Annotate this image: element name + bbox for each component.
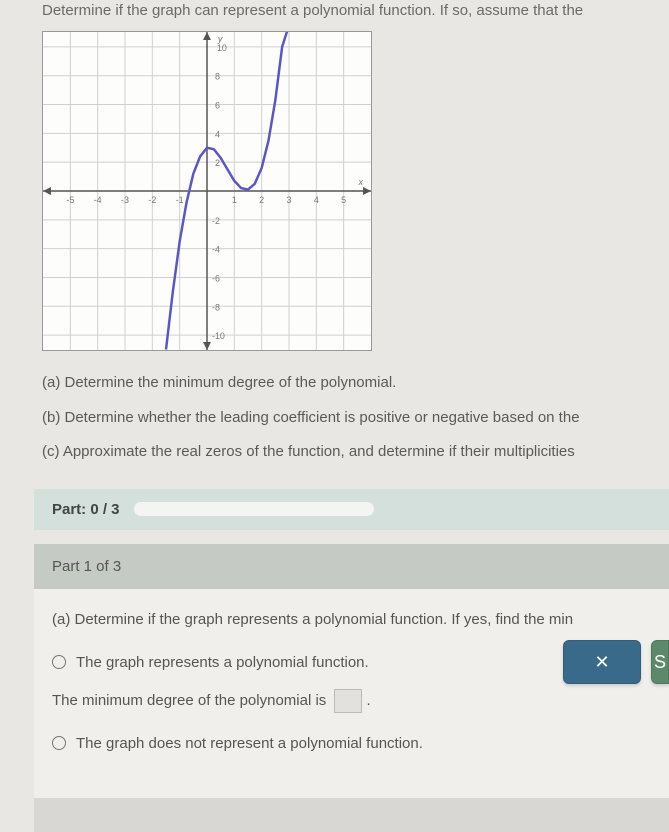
part-1-header: Part 1 of 3 bbox=[34, 544, 669, 589]
progress-label: Part: 0 / 3 bbox=[52, 501, 120, 518]
svg-text:2: 2 bbox=[259, 195, 264, 205]
bottom-bar bbox=[34, 798, 669, 832]
svg-text:-10: -10 bbox=[212, 331, 225, 341]
svg-text:2: 2 bbox=[215, 158, 220, 168]
option-not-polynomial[interactable]: The graph does not represent a polynomia… bbox=[52, 735, 651, 752]
part-1-prompt: (a) Determine if the graph represents a … bbox=[52, 611, 651, 628]
svg-text:10: 10 bbox=[217, 43, 227, 53]
svg-text:4: 4 bbox=[215, 129, 220, 139]
action-buttons: ✕ S bbox=[563, 640, 669, 684]
svg-text:8: 8 bbox=[215, 72, 220, 82]
progress-bar-row: Part: 0 / 3 bbox=[34, 489, 669, 530]
svg-text:-1: -1 bbox=[176, 195, 184, 205]
sub-questions: (a) Determine the minimum degree of the … bbox=[42, 369, 669, 467]
svg-text:-5: -5 bbox=[66, 195, 74, 205]
svg-text:x: x bbox=[358, 177, 364, 187]
secondary-button[interactable]: S bbox=[651, 640, 669, 684]
part-b-text: (b) Determine whether the leading coeffi… bbox=[42, 404, 669, 433]
svg-text:-2: -2 bbox=[148, 195, 156, 205]
graph-svg: -5 -4 -3 -2 -1 1 2 3 4 5 10 8 6 4 2 -2 -… bbox=[43, 32, 371, 350]
svg-text:y: y bbox=[217, 34, 223, 44]
minimum-label-post: . bbox=[366, 691, 370, 708]
secondary-button-label: S bbox=[654, 652, 666, 673]
polynomial-graph: -5 -4 -3 -2 -1 1 2 3 4 5 10 8 6 4 2 -2 -… bbox=[42, 31, 372, 351]
svg-text:-3: -3 bbox=[121, 195, 129, 205]
part-c-text: (c) Approximate the real zeros of the fu… bbox=[42, 438, 669, 467]
part-1-body: (a) Determine if the graph represents a … bbox=[34, 589, 669, 798]
option-1-label: The graph represents a polynomial functi… bbox=[76, 654, 369, 671]
minimum-degree-row: The minimum degree of the polynomial is … bbox=[52, 689, 651, 713]
degree-input[interactable] bbox=[334, 689, 362, 713]
option-2-label: The graph does not represent a polynomia… bbox=[76, 735, 423, 752]
svg-text:-4: -4 bbox=[94, 195, 102, 205]
close-icon: ✕ bbox=[594, 652, 609, 673]
option-represents-polynomial[interactable]: The graph represents a polynomial functi… bbox=[52, 654, 651, 671]
svg-text:-2: -2 bbox=[212, 216, 220, 226]
svg-text:3: 3 bbox=[286, 195, 291, 205]
svg-text:-8: -8 bbox=[212, 302, 220, 312]
svg-text:6: 6 bbox=[215, 101, 220, 111]
progress-bar bbox=[134, 502, 374, 516]
radio-icon[interactable] bbox=[52, 655, 66, 669]
question-intro: Determine if the graph can represent a p… bbox=[42, 0, 669, 19]
radio-icon[interactable] bbox=[52, 736, 66, 750]
svg-text:1: 1 bbox=[232, 195, 237, 205]
minimum-label-pre: The minimum degree of the polynomial is bbox=[52, 691, 330, 708]
svg-text:4: 4 bbox=[314, 195, 319, 205]
svg-text:-4: -4 bbox=[212, 245, 220, 255]
close-button[interactable]: ✕ bbox=[563, 640, 641, 684]
svg-text:-6: -6 bbox=[212, 273, 220, 283]
part-a-text: (a) Determine the minimum degree of the … bbox=[42, 369, 669, 398]
svg-text:5: 5 bbox=[341, 195, 346, 205]
